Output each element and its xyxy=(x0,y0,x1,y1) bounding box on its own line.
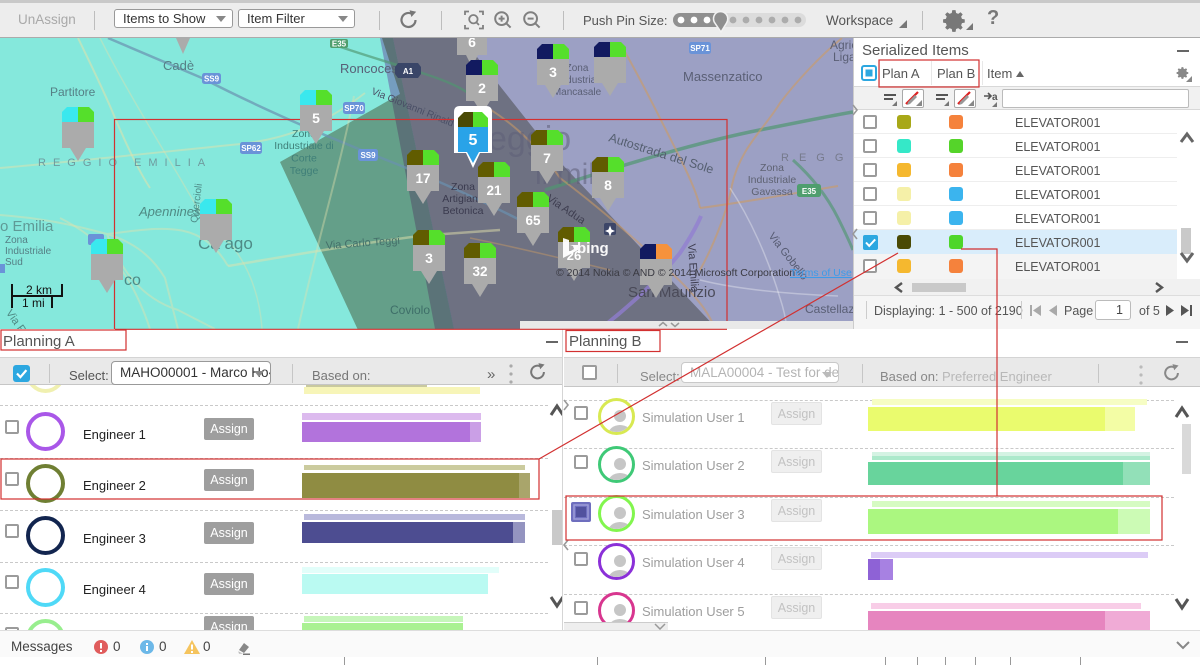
svg-text:E35: E35 xyxy=(802,187,817,196)
svg-text:Zona: Zona xyxy=(451,181,475,193)
svg-text:San Maurizio: San Maurizio xyxy=(628,284,716,301)
svg-text:5: 5 xyxy=(469,132,478,149)
svg-text:Industriale di: Industriale di xyxy=(274,140,334,152)
svg-text:Roncocesi: Roncocesi xyxy=(340,61,401,76)
svg-text:Massenzatico: Massenzatico xyxy=(683,69,762,84)
svg-text:2 km: 2 km xyxy=(26,283,52,297)
svg-text:17: 17 xyxy=(415,171,430,186)
svg-text:Zona: Zona xyxy=(566,63,589,74)
svg-text:32: 32 xyxy=(472,264,487,279)
svg-text:2: 2 xyxy=(478,80,486,96)
svg-text:Corte: Corte xyxy=(291,153,317,165)
svg-text:SP71: SP71 xyxy=(690,44,710,53)
svg-text:Industriale: Industriale xyxy=(5,246,52,257)
svg-text:SP62: SP62 xyxy=(241,144,261,153)
svg-text:REGGIO EMILIA: REGGIO EMILIA xyxy=(38,157,212,169)
svg-text:Cadè: Cadè xyxy=(163,58,194,73)
svg-text:Industriale: Industriale xyxy=(748,174,797,186)
svg-text:© 2014 Nokia © AND © 2014 Micr: © 2014 Nokia © AND © 2014 Microsoft Corp… xyxy=(556,267,795,279)
svg-text:8: 8 xyxy=(604,177,612,193)
svg-text:co: co xyxy=(124,272,141,289)
svg-text:SP70: SP70 xyxy=(344,104,364,113)
svg-text:Betonica: Betonica xyxy=(443,205,484,217)
svg-text:A1: A1 xyxy=(403,67,414,76)
svg-text:SS9: SS9 xyxy=(360,151,376,160)
svg-text:3: 3 xyxy=(425,250,433,266)
svg-text:E35: E35 xyxy=(332,40,347,49)
svg-text:Sud: Sud xyxy=(5,257,23,268)
svg-text:Mancasale: Mancasale xyxy=(553,87,602,98)
svg-text:a: a xyxy=(992,92,998,103)
svg-text:Zona: Zona xyxy=(5,235,28,246)
svg-text:bing: bing xyxy=(577,240,609,257)
svg-text:65: 65 xyxy=(525,213,541,228)
svg-text:6: 6 xyxy=(468,38,476,50)
svg-text:5: 5 xyxy=(312,110,320,126)
svg-text:SS9: SS9 xyxy=(204,75,220,84)
svg-text:21: 21 xyxy=(486,183,502,198)
svg-text:7: 7 xyxy=(543,150,551,166)
svg-text:Terms of Use: Terms of Use xyxy=(790,267,852,279)
svg-text:Gavassa: Gavassa xyxy=(751,186,793,198)
svg-text:Tegge: Tegge xyxy=(290,165,319,177)
svg-text:Coviolo: Coviolo xyxy=(390,303,430,317)
svg-text:1 mi: 1 mi xyxy=(22,296,45,310)
svg-text:Ligab: Ligab xyxy=(833,50,853,64)
svg-text:3: 3 xyxy=(549,64,557,80)
svg-text:o Emilia: o Emilia xyxy=(0,218,54,235)
svg-text:Partitore: Partitore xyxy=(50,85,96,99)
svg-text:Artigiana: Artigiana xyxy=(442,193,484,205)
svg-text:REGG: REGG xyxy=(781,152,853,164)
svg-text:Castellazz: Castellazz xyxy=(805,302,853,316)
